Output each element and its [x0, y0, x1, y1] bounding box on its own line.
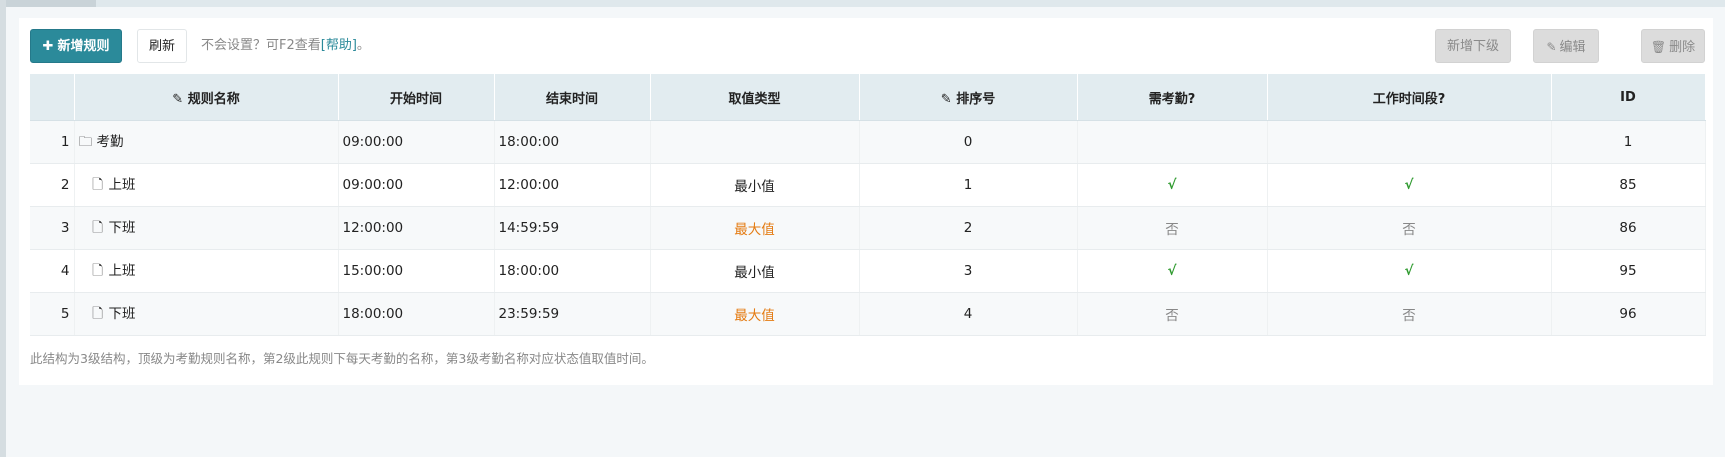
rule-name-cell[interactable]: 🗋 下班	[74, 206, 339, 250]
end-time-cell[interactable]: 18:00:00	[494, 249, 651, 293]
table-header-row: ✎ 规则名称 开始时间 结束时间 取值类型 ✎ 排序号 需考勤? 工作时间段? …	[30, 74, 1706, 121]
edit-icon: ✎	[1546, 40, 1557, 54]
table-row[interactable]: 1 🗀 考勤 09:00:00 18:00:00 0 1	[30, 120, 1706, 164]
file-icon: 🗋	[92, 176, 103, 193]
left-edge-bar	[0, 0, 6, 457]
row-number: 2	[30, 163, 75, 207]
id-cell: 86	[1551, 206, 1706, 250]
id-cell: 85	[1551, 163, 1706, 207]
pencil-icon: ✎	[940, 91, 952, 107]
rule-name: 下班	[108, 219, 136, 236]
row-number: 5	[30, 292, 75, 336]
rules-table: ✎ 规则名称 开始时间 结束时间 取值类型 ✎ 排序号 需考勤? 工作时间段? …	[30, 74, 1706, 336]
active-tab-shade	[6, 0, 96, 7]
header-sort-no-label: 排序号	[956, 91, 996, 107]
row-number: 3	[30, 206, 75, 250]
table-row[interactable]: 4 🗋 上班 15:00:00 18:00:00 最小值 3 √ √ 95	[30, 249, 1706, 293]
sort-no-cell[interactable]: 3	[859, 249, 1078, 293]
header-work-period[interactable]: 工作时间段?	[1267, 74, 1552, 121]
header-id[interactable]: ID	[1551, 74, 1706, 121]
table-row[interactable]: 5 🗋 下班 18:00:00 23:59:59 最大值 4 否否 96	[30, 292, 1706, 336]
header-row-number	[30, 74, 75, 121]
rule-name-cell[interactable]: 🗋 上班	[74, 163, 339, 207]
table-row[interactable]: 2 🗋 上班 09:00:00 12:00:00 最小值 1 √ √ 85	[30, 163, 1706, 207]
pencil-icon: ✎	[172, 91, 184, 107]
work-period-cell[interactable]: 否	[1267, 206, 1552, 250]
work-period-cell[interactable]: √	[1267, 163, 1552, 207]
value-type-cell[interactable]: 最大值	[650, 292, 860, 336]
row-number: 4	[30, 249, 75, 293]
end-time-cell[interactable]: 12:00:00	[494, 163, 651, 207]
start-time-cell[interactable]: 12:00:00	[338, 206, 495, 250]
add-sub-button[interactable]: 新增下级	[1435, 29, 1511, 63]
start-time-cell[interactable]: 15:00:00	[338, 249, 495, 293]
edit-button[interactable]: ✎ 编辑	[1533, 29, 1599, 63]
add-rule-label: 新增规则	[57, 39, 110, 54]
header-rule-name-label: 规则名称	[187, 91, 240, 107]
start-time-cell[interactable]: 09:00:00	[338, 120, 495, 164]
edit-label: 编辑	[1559, 40, 1586, 55]
table-row[interactable]: 3 🗋 下班 12:00:00 14:59:59 最大值 2 否否 86	[30, 206, 1706, 250]
end-time-cell[interactable]: 18:00:00	[494, 120, 651, 164]
rule-name: 上班	[108, 176, 136, 193]
toolbar: ✚ 新增规则 刷新 不会设置？可F2查看[帮助]。 新增下级 ✎ 编辑 🗑 删除	[30, 29, 1705, 65]
header-value-type[interactable]: 取值类型	[650, 74, 860, 121]
start-time-cell[interactable]: 18:00:00	[338, 292, 495, 336]
hint-suffix: 。	[356, 38, 370, 53]
row-number: 1	[30, 120, 75, 164]
sort-no-cell[interactable]: 2	[859, 206, 1078, 250]
footnote: 此结构为3级结构，顶级为考勤规则名称，第2级此规则下每天考勤的名称，第3级考勤名…	[30, 351, 654, 366]
need-attendance-cell[interactable]: √	[1077, 249, 1268, 293]
rule-name: 上班	[108, 262, 136, 279]
help-link[interactable]: [帮助]	[321, 38, 357, 53]
plus-icon: ✚	[42, 39, 54, 54]
delete-label: 删除	[1669, 40, 1696, 55]
need-attendance-cell[interactable]	[1077, 120, 1268, 164]
trash-icon: 🗑	[1650, 40, 1667, 54]
top-tab-strip	[0, 0, 1725, 7]
value-type-cell[interactable]: 最大值	[650, 206, 860, 250]
header-sort-no[interactable]: ✎ 排序号	[859, 74, 1078, 121]
delete-button[interactable]: 🗑 删除	[1641, 29, 1705, 63]
work-period-cell[interactable]	[1267, 120, 1552, 164]
header-rule-name[interactable]: ✎ 规则名称	[74, 74, 339, 121]
need-attendance-cell[interactable]: √	[1077, 163, 1268, 207]
sort-no-cell[interactable]: 1	[859, 163, 1078, 207]
value-type-cell[interactable]: 最小值	[650, 163, 860, 207]
header-start-time[interactable]: 开始时间	[338, 74, 495, 121]
add-rule-button[interactable]: ✚ 新增规则	[30, 29, 122, 63]
file-icon: 🗋	[92, 262, 103, 279]
need-attendance-cell[interactable]: 否	[1077, 206, 1268, 250]
refresh-button[interactable]: 刷新	[137, 29, 187, 63]
rule-name: 考勤	[96, 133, 124, 150]
sort-no-cell[interactable]: 4	[859, 292, 1078, 336]
folder-icon: 🗀	[78, 133, 93, 150]
value-type-cell[interactable]: 最小值	[650, 249, 860, 293]
id-cell: 96	[1551, 292, 1706, 336]
rule-name-cell[interactable]: 🗋 下班	[74, 292, 339, 336]
help-hint: 不会设置？可F2查看[帮助]。	[201, 29, 370, 63]
main-panel: ✚ 新增规则 刷新 不会设置？可F2查看[帮助]。 新增下级 ✎ 编辑 🗑 删除 ✎ …	[19, 18, 1713, 385]
id-cell: 1	[1551, 120, 1706, 164]
sort-no-cell[interactable]: 0	[859, 120, 1078, 164]
id-cell: 95	[1551, 249, 1706, 293]
file-icon: 🗋	[92, 219, 103, 236]
header-need-attendance[interactable]: 需考勤?	[1077, 74, 1268, 121]
rule-name-cell[interactable]: 🗀 考勤	[74, 120, 339, 164]
start-time-cell[interactable]: 09:00:00	[338, 163, 495, 207]
rule-name-cell[interactable]: 🗋 上班	[74, 249, 339, 293]
work-period-cell[interactable]: √	[1267, 249, 1552, 293]
end-time-cell[interactable]: 14:59:59	[494, 206, 651, 250]
value-type-cell[interactable]	[650, 120, 860, 164]
work-period-cell[interactable]: 否	[1267, 292, 1552, 336]
header-end-time[interactable]: 结束时间	[494, 74, 651, 121]
rule-name: 下班	[108, 305, 136, 322]
need-attendance-cell[interactable]: 否	[1077, 292, 1268, 336]
file-icon: 🗋	[92, 305, 103, 322]
hint-text: 不会设置？可F2查看	[201, 38, 321, 53]
end-time-cell[interactable]: 23:59:59	[494, 292, 651, 336]
